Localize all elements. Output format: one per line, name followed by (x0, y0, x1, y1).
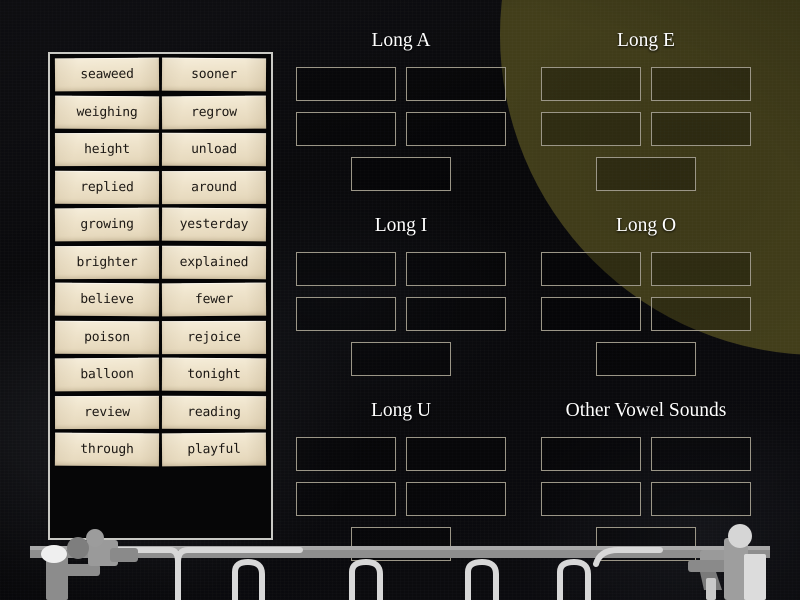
word-tile-label: yesterday (179, 216, 249, 233)
category-slot-container (296, 67, 506, 191)
word-tile-label: tonight (187, 366, 241, 383)
word-tile[interactable]: fewer (161, 282, 267, 317)
drop-slot[interactable] (541, 437, 641, 471)
word-tile-label: unload (191, 141, 237, 158)
drop-slot[interactable] (351, 527, 451, 561)
word-tile-label: growing (80, 216, 134, 233)
word-tile[interactable]: replied (54, 170, 160, 204)
drop-slot[interactable] (596, 157, 696, 191)
word-tile[interactable]: unload (161, 132, 267, 167)
word-tile-label: replied (80, 179, 134, 195)
word-tile[interactable]: explained (161, 245, 267, 279)
word-tile[interactable]: poison (54, 320, 160, 354)
drop-slot[interactable] (651, 437, 751, 471)
category-grid: Long A Long E Long I Long O Long U Other… (296, 28, 766, 573)
drop-slot[interactable] (541, 482, 641, 516)
activity-stage: seaweed weighing height replied growing … (0, 0, 800, 600)
drop-slot[interactable] (296, 67, 396, 101)
word-bank-panel: seaweed weighing height replied growing … (48, 52, 273, 540)
drop-slot[interactable] (541, 252, 641, 286)
word-tile-label: believe (80, 291, 134, 308)
word-tile-label: regrow (191, 104, 237, 120)
drop-slot[interactable] (651, 67, 751, 101)
drop-slot[interactable] (406, 112, 506, 146)
drop-slot[interactable] (296, 112, 396, 146)
word-tile[interactable]: through (54, 432, 160, 467)
word-tile[interactable]: height (54, 132, 160, 167)
category-slot-container (296, 437, 506, 561)
category-group-long-i: Long I (296, 213, 506, 376)
word-tile[interactable]: believe (54, 282, 160, 317)
drop-slot[interactable] (351, 342, 451, 376)
word-tile[interactable]: review (54, 395, 160, 429)
category-group-long-o: Long O (541, 213, 751, 376)
word-tile[interactable]: around (161, 170, 267, 204)
word-tile-label: poison (84, 329, 130, 345)
word-tile-label: weighing (76, 104, 138, 120)
word-tile[interactable]: balloon (54, 357, 160, 392)
category-slot-container (541, 252, 751, 376)
word-tile[interactable]: tonight (161, 357, 267, 392)
word-tile[interactable]: regrow (161, 95, 267, 129)
category-title: Long E (617, 30, 675, 51)
category-slot-container (296, 252, 506, 376)
drop-slot[interactable] (651, 252, 751, 286)
word-tile-label: through (80, 441, 134, 458)
word-tile-label: playful (187, 441, 241, 458)
word-tile-label: review (84, 404, 130, 420)
category-title: Long U (370, 400, 432, 421)
drop-slot[interactable] (541, 67, 641, 101)
word-tile-label: fewer (194, 291, 234, 308)
word-tile[interactable]: weighing (54, 95, 160, 129)
drop-slot[interactable] (351, 157, 451, 191)
word-tile-label: sooner (191, 66, 237, 83)
category-group-other-vowel-sounds: Other Vowel Sounds (541, 398, 751, 561)
category-slot-container (541, 67, 751, 191)
drop-slot[interactable] (296, 252, 396, 286)
word-tile[interactable]: playful (161, 432, 267, 467)
drop-slot[interactable] (406, 297, 506, 331)
category-title: Other Vowel Sounds (565, 400, 727, 421)
word-bank-column-2: sooner regrow unload around yesterday ex… (161, 57, 267, 534)
drop-slot[interactable] (296, 437, 396, 471)
drop-slot[interactable] (541, 112, 641, 146)
word-tile[interactable]: seaweed (54, 57, 160, 92)
word-tile-label: reading (187, 404, 241, 420)
drop-slot[interactable] (596, 342, 696, 376)
category-title: Long I (374, 215, 428, 236)
word-tile[interactable]: growing (54, 207, 160, 242)
word-tile-label: brighter (76, 254, 138, 270)
word-tile-label: around (191, 179, 237, 195)
drop-slot[interactable] (296, 297, 396, 331)
word-tile[interactable]: yesterday (161, 207, 267, 242)
drop-slot[interactable] (406, 437, 506, 471)
category-group-long-e: Long E (541, 28, 751, 191)
word-tile-label: seaweed (80, 66, 134, 83)
category-title: Long O (615, 215, 677, 236)
drop-slot[interactable] (406, 482, 506, 516)
drop-slot[interactable] (596, 527, 696, 561)
drop-slot[interactable] (406, 67, 506, 101)
word-tile[interactable]: rejoice (161, 320, 267, 354)
drop-slot[interactable] (296, 482, 396, 516)
drop-slot[interactable] (406, 252, 506, 286)
word-tile-label: rejoice (187, 329, 241, 345)
drop-slot[interactable] (651, 112, 751, 146)
word-tile[interactable]: reading (161, 395, 267, 429)
word-bank-column-1: seaweed weighing height replied growing … (54, 57, 160, 534)
word-tile[interactable]: brighter (54, 245, 160, 279)
drop-slot[interactable] (541, 297, 641, 331)
drop-slot[interactable] (651, 297, 751, 331)
word-tile-label: height (84, 141, 130, 158)
category-group-long-a: Long A (296, 28, 506, 191)
word-tile[interactable]: sooner (161, 57, 267, 92)
category-group-long-u: Long U (296, 398, 506, 561)
drop-slot[interactable] (651, 482, 751, 516)
word-tile-label: explained (179, 254, 249, 270)
category-slot-container (541, 437, 751, 561)
word-tile-label: balloon (80, 366, 134, 383)
category-title: Long A (371, 30, 431, 51)
